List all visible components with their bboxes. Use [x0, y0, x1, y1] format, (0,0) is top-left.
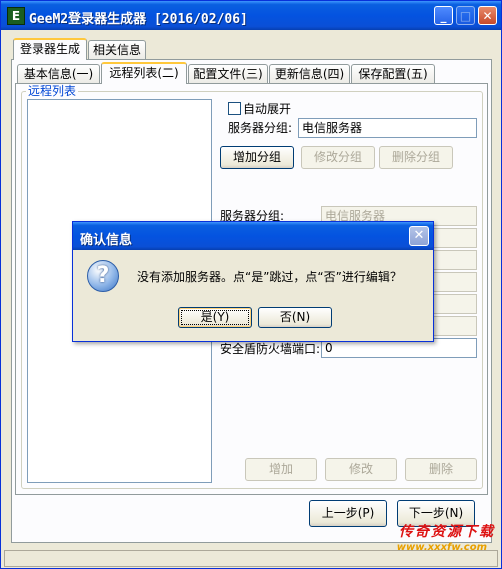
remote-list-group-label: 远程列表	[26, 84, 79, 98]
delete-server-button[interactable]: 删除	[405, 458, 477, 481]
window-title: GeeM2登录器生成器 [2016/02/06]	[29, 12, 248, 27]
app-logo-icon: E	[7, 7, 25, 25]
inner-tab-strip: 基本信息(一) 远程列表(二) 配置文件(三) 更新信息(四) 保存配置(五)	[17, 62, 487, 84]
auto-expand-checkbox[interactable]	[228, 102, 241, 115]
tab-config-file[interactable]: 配置文件(三)	[188, 64, 268, 83]
tab-basic-info[interactable]: 基本信息(一)	[17, 64, 100, 83]
server-group-label: 服务器分组:	[228, 121, 293, 135]
add-group-button[interactable]: 增加分组	[220, 146, 294, 169]
question-icon: ?	[87, 260, 119, 292]
add-server-button[interactable]: 增加	[245, 458, 317, 481]
watermark-url: www.xxxfw.com	[396, 542, 487, 553]
dialog-message: 没有添加服务器。点“是”跳过，点“否”进行编辑？	[137, 270, 402, 284]
tab-related-info[interactable]: 相关信息	[88, 40, 146, 59]
dialog-close-button[interactable]: ✕	[409, 226, 429, 246]
close-button[interactable]: ✕	[478, 6, 497, 25]
minimize-button[interactable]: _	[434, 6, 453, 25]
auto-expand-label: 自动展开	[243, 102, 292, 116]
server-group-input[interactable]: 电信服务器	[298, 118, 477, 138]
yes-button[interactable]: 是(Y)	[178, 307, 252, 328]
dialog-title: 确认信息	[80, 233, 133, 248]
confirm-dialog: 确认信息 ✕ ? 没有添加服务器。点“是”跳过，点“否”进行编辑？ 是(Y) 否…	[72, 221, 434, 342]
firewall-port-label: 安全盾防火墙端口:	[220, 342, 321, 356]
title-bar[interactable]: E GeeM2登录器生成器 [2016/02/06] _ □ ✕	[1, 1, 501, 30]
watermark-text: 传奇资源下载	[399, 524, 495, 540]
edit-server-button[interactable]: 修改	[325, 458, 397, 481]
edit-group-button[interactable]: 修改分组	[301, 146, 375, 169]
dialog-title-bar[interactable]: 确认信息 ✕	[73, 222, 433, 250]
delete-group-button[interactable]: 删除分组	[379, 146, 453, 169]
prev-step-button[interactable]: 上一步(P)	[309, 500, 387, 527]
tab-login-generator[interactable]: 登录器生成	[13, 38, 87, 60]
tab-update-info[interactable]: 更新信息(四)	[269, 64, 350, 83]
no-button[interactable]: 否(N)	[258, 307, 332, 328]
tab-save-config[interactable]: 保存配置(五)	[351, 64, 435, 83]
maximize-button[interactable]: □	[456, 6, 475, 25]
outer-tab-strip: 登录器生成 相关信息	[13, 38, 493, 60]
tab-remote-list[interactable]: 远程列表(二)	[101, 62, 187, 84]
